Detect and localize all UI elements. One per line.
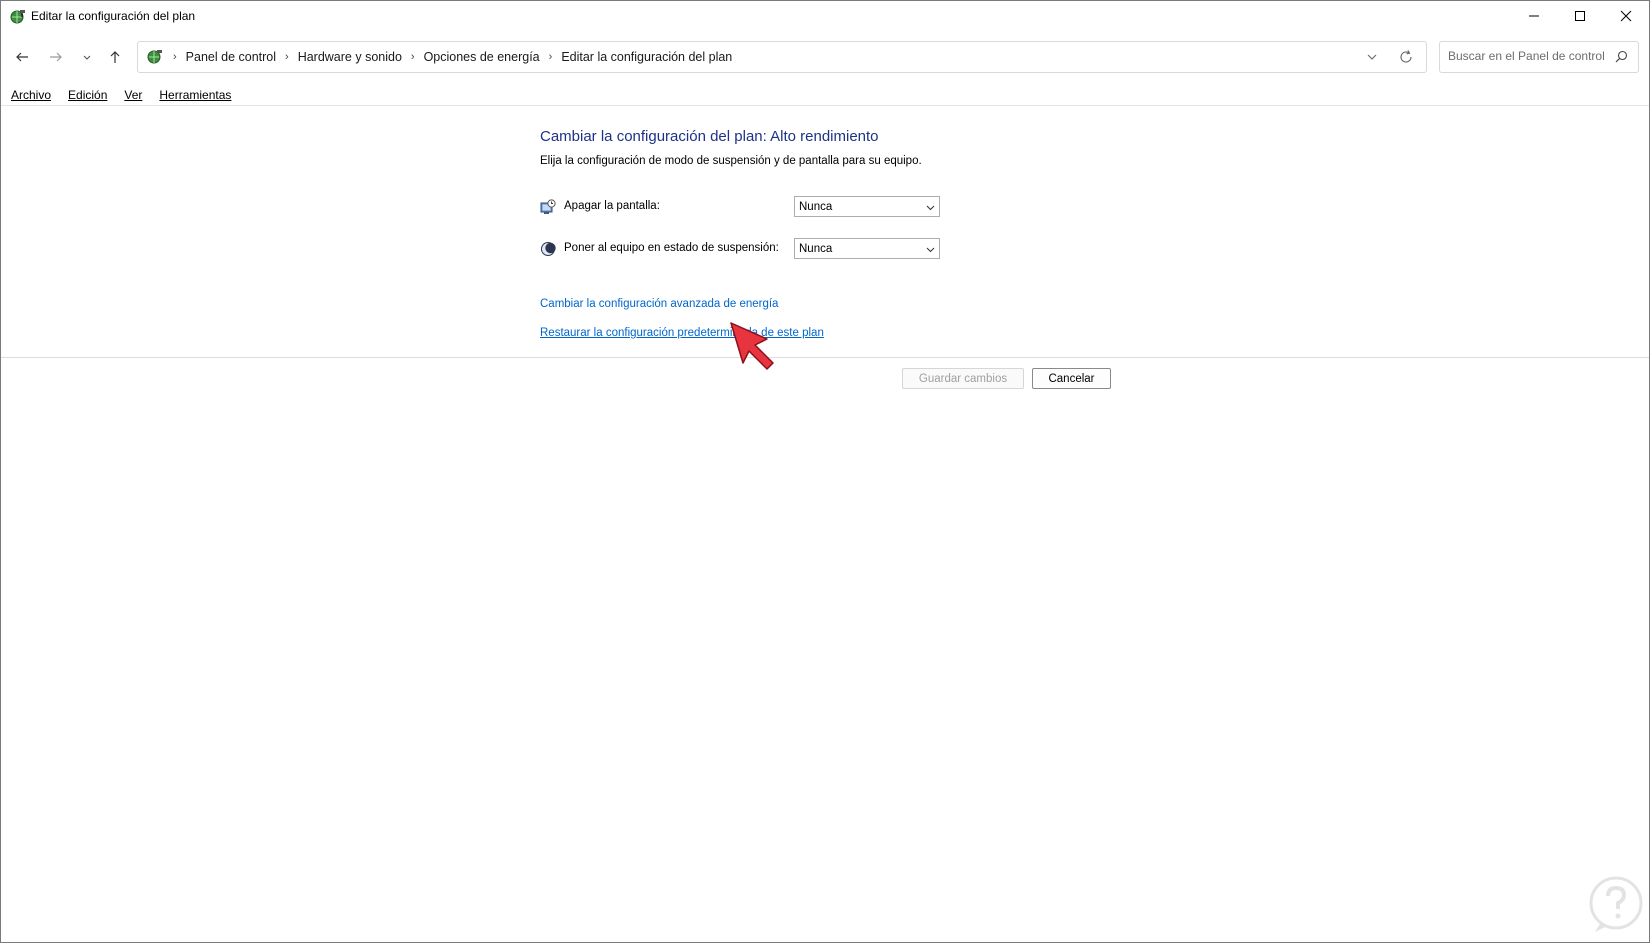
power-options-icon [10, 10, 25, 24]
close-button[interactable] [1603, 1, 1649, 31]
breadcrumb-separator: › [548, 51, 553, 63]
title-bar: Editar la configuración del plan [1, 1, 1649, 33]
page-subtitle: Elija la configuración de modo de suspen… [540, 155, 922, 167]
setting-sleep: Poner al equipo en estado de suspensión:… [540, 237, 940, 261]
menu-edicion[interactable]: Edición [58, 85, 114, 107]
window-title: Editar la configuración del plan [31, 9, 196, 23]
navigation-bar: › Panel de control › Hardware y sonido ›… [1, 37, 1649, 77]
breadcrumb-edit-plan[interactable]: Editar la configuración del plan [557, 50, 736, 64]
select-value: Nunca [799, 201, 833, 213]
cancel-button[interactable]: Cancelar [1032, 368, 1111, 389]
close-icon [1620, 10, 1632, 22]
search-input[interactable] [1448, 42, 1608, 70]
breadcrumb-separator: › [173, 51, 177, 63]
moon-icon [541, 242, 556, 256]
breadcrumb-power-options[interactable]: Opciones de energía [420, 50, 544, 64]
display-timeout-select[interactable]: Nunca [794, 196, 940, 217]
content-divider [1, 357, 1649, 358]
address-history-dropdown-icon[interactable] [1364, 49, 1380, 65]
watermark-logo-icon [1589, 876, 1643, 932]
control-panel-window: Editar la configuración del plan › Panel… [0, 0, 1650, 943]
search-icon[interactable] [1615, 50, 1628, 63]
menu-herramientas[interactable]: Herramientas [149, 85, 238, 107]
select-value: Nunca [799, 243, 833, 255]
recent-locations-button[interactable] [75, 45, 99, 69]
breadcrumb-separator: › [410, 51, 415, 63]
control-panel-icon [147, 50, 162, 64]
monitor-clock-icon [540, 199, 556, 214]
setting-label: Apagar la pantalla: [564, 200, 660, 212]
menu-bar: Archivo Edición Ver Herramientas [1, 85, 238, 107]
chevron-down-icon [83, 55, 91, 60]
arrow-right-icon [50, 52, 62, 62]
maximize-button[interactable] [1557, 1, 1603, 31]
breadcrumb-hardware-sound[interactable]: Hardware y sonido [294, 50, 406, 64]
breadcrumb-separator: › [285, 51, 289, 63]
refresh-icon[interactable] [1398, 49, 1414, 65]
arrow-left-icon [16, 52, 28, 62]
forward-button[interactable] [44, 45, 68, 69]
maximize-icon [1575, 11, 1585, 21]
menu-ver[interactable]: Ver [114, 85, 149, 107]
minimize-button[interactable] [1511, 1, 1557, 31]
chevron-down-icon [926, 205, 935, 211]
back-button[interactable] [10, 45, 34, 69]
breadcrumb-control-panel[interactable]: Panel de control [182, 50, 280, 64]
page-title: Cambiar la configuración del plan: Alto … [540, 128, 879, 145]
menu-archivo[interactable]: Archivo [1, 85, 58, 107]
save-changes-button[interactable]: Guardar cambios [902, 368, 1024, 389]
setting-label: Poner al equipo en estado de suspensión: [564, 242, 779, 254]
up-button[interactable] [103, 45, 127, 69]
minimize-icon [1529, 15, 1539, 17]
sleep-timeout-select[interactable]: Nunca [794, 238, 940, 259]
pointer-arrow-icon [730, 322, 774, 370]
arrow-up-icon [110, 51, 120, 63]
advanced-power-settings-link[interactable]: Cambiar la configuración avanzada de ene… [540, 298, 778, 310]
address-bar[interactable]: › Panel de control › Hardware y sonido ›… [137, 41, 1427, 73]
setting-turn-off-display: Apagar la pantalla: Nunca [540, 195, 940, 219]
chevron-down-icon [926, 247, 935, 253]
search-box[interactable] [1439, 41, 1639, 73]
menu-divider [1, 105, 1649, 106]
